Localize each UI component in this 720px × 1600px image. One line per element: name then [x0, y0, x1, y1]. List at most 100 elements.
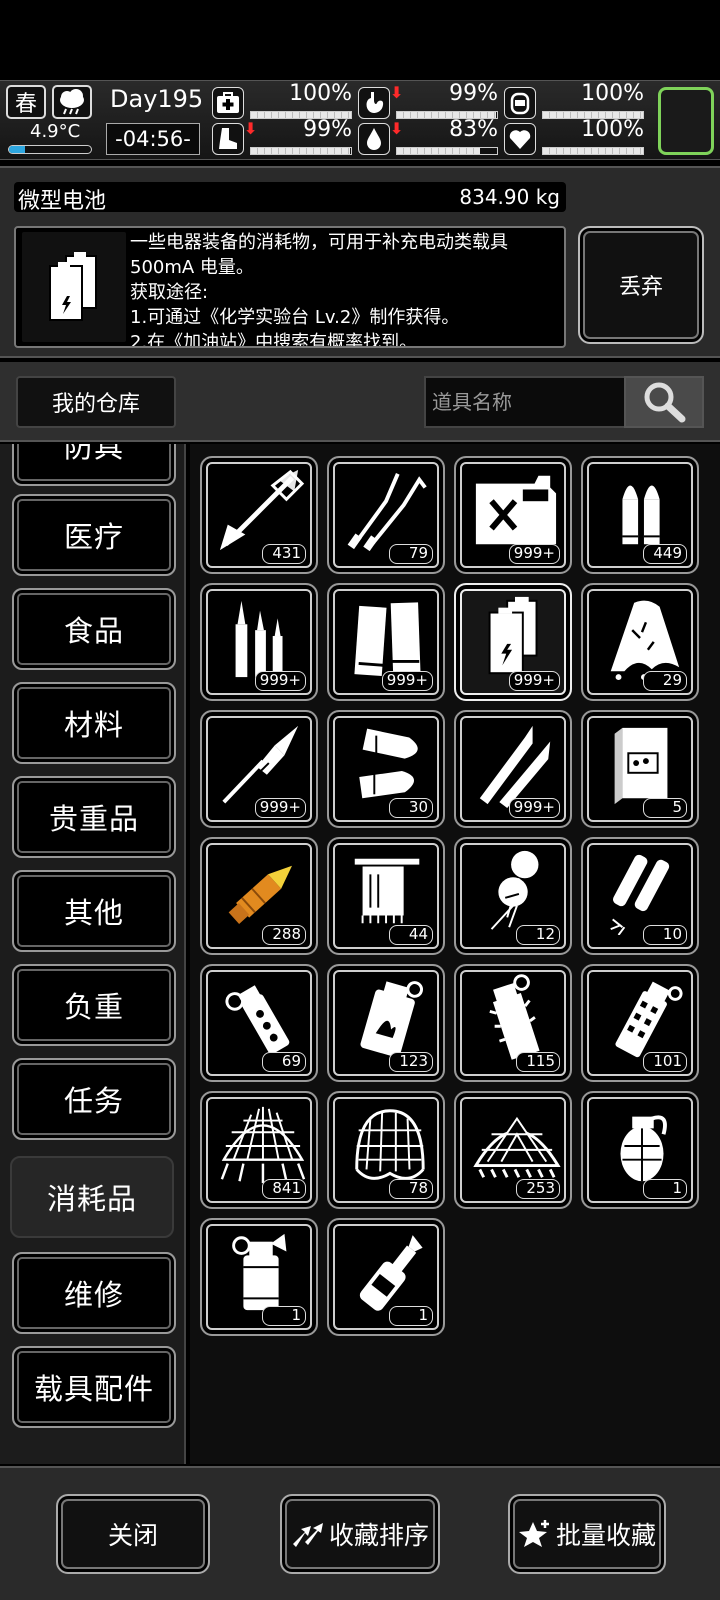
category-repair[interactable]: 维修	[12, 1252, 176, 1334]
inventory-slot[interactable]: 999+	[200, 710, 318, 828]
warehouse-button[interactable]: 我的仓库	[16, 376, 176, 428]
cloud-rain-icon	[52, 85, 92, 119]
inventory-slot[interactable]: 123	[327, 964, 445, 1082]
search-button[interactable]	[624, 376, 704, 428]
fuel-can-icon	[475, 475, 557, 545]
stat-mood: 100%	[504, 81, 644, 121]
stat-heart: 100%	[504, 117, 644, 157]
lockpick-icon	[347, 473, 427, 552]
item-count: 449	[643, 544, 687, 564]
batch-favorite-button[interactable]: 批量收藏	[508, 1494, 666, 1574]
batch-favorite-label: 批量收藏	[555, 1521, 656, 1550]
stat-hunger: ⬇ 99%	[358, 81, 498, 121]
category-other[interactable]: 其他	[12, 870, 176, 952]
decline-arrow-icon: ⬇	[244, 119, 258, 138]
inventory-slot[interactable]: 12	[454, 837, 572, 955]
category-armor[interactable]: 防具	[12, 444, 176, 486]
day-counter: Day195	[110, 85, 204, 113]
category-medical[interactable]: 医疗	[12, 494, 176, 576]
stat-health: 100%	[212, 81, 352, 121]
inventory-slot[interactable]: 44	[327, 837, 445, 955]
temperature-value: 4.9°C	[30, 121, 81, 142]
stat-value: 100%	[581, 117, 644, 142]
item-count: 44	[389, 925, 433, 945]
item-title-bar: 微型电池 834.90 kg	[14, 182, 566, 214]
inventory-slot[interactable]: 841	[200, 1091, 318, 1209]
item-description-box: 一些电器装备的消耗物，可用于补充电动类载具 500mA 电量。 获取途径: 1.…	[14, 226, 566, 348]
item-count: 10	[643, 925, 687, 945]
inventory-slot[interactable]: 69	[200, 964, 318, 1082]
item-count: 288	[262, 925, 306, 945]
category-valuables[interactable]: 贵重品	[12, 776, 176, 858]
pistol-ammo-icon	[622, 485, 660, 545]
inventory-slot[interactable]: 79	[327, 456, 445, 574]
inventory-slot[interactable]: 288	[200, 837, 318, 955]
decline-arrow-icon: ⬇	[390, 83, 404, 102]
firework-icon	[610, 854, 670, 935]
stat-value: 100%	[581, 81, 644, 106]
mood-icon	[504, 87, 536, 119]
inventory-slot[interactable]: 29	[581, 583, 699, 701]
item-count: 1	[262, 1306, 306, 1326]
inventory-slot[interactable]: 999+	[200, 583, 318, 701]
battery-icon	[488, 596, 538, 675]
category-consumables[interactable]: 消耗品	[10, 1156, 174, 1238]
search-input[interactable]	[424, 376, 624, 428]
stat-stamina: ⬇ 99%	[212, 117, 352, 157]
inventory-slot[interactable]: 78	[327, 1091, 445, 1209]
category-load[interactable]: 负重	[12, 964, 176, 1046]
inventory-slot[interactable]: 10	[581, 837, 699, 955]
star-add-icon	[518, 1520, 549, 1547]
battery-icon	[22, 232, 126, 342]
favorite-sort-button[interactable]: 收藏排序	[280, 1494, 440, 1574]
spike-grenade-icon	[489, 974, 540, 1060]
book-icon	[614, 727, 668, 805]
item-count: 253	[516, 1179, 560, 1199]
item-count: 12	[516, 925, 560, 945]
balloon-icon	[490, 850, 539, 930]
item-count: 101	[643, 1052, 687, 1072]
category-food[interactable]: 食品	[12, 588, 176, 670]
inventory-slot[interactable]: 999+	[327, 583, 445, 701]
inventory-slot[interactable]: 115	[454, 964, 572, 1082]
discard-button[interactable]: 丢弃	[578, 226, 704, 344]
stat-value: 100%	[289, 81, 352, 106]
inventory-slot[interactable]: 431	[200, 456, 318, 574]
item-grid: 431 79 999+ 449 999+ 999+ 999+ 29 999+ 30 999+ 5 288…	[190, 444, 720, 1464]
game-clock: -04:56-	[106, 123, 200, 155]
category-vehicle-parts[interactable]: 载具配件	[12, 1346, 176, 1428]
category-sidebar[interactable]: 防具 医疗 食品 材料 贵重品 其他 负重 任务 消耗品 维修 载具配件	[0, 444, 186, 1464]
equipment-slot[interactable]	[658, 87, 714, 155]
item-count: 123	[389, 1052, 433, 1072]
item-count: 69	[262, 1052, 306, 1072]
bullet-icon	[359, 728, 418, 799]
inventory-slot[interactable]: 253	[454, 1091, 572, 1209]
inventory-slot[interactable]: 5	[581, 710, 699, 828]
stomach-icon	[358, 87, 390, 119]
tent-patch-icon	[610, 600, 680, 681]
inventory-slot[interactable]: 999+	[454, 583, 572, 701]
rpg-rocket-icon	[222, 725, 299, 804]
item-count: 115	[516, 1052, 560, 1072]
item-count: 29	[643, 671, 687, 691]
inventory-slot[interactable]: 449	[581, 456, 699, 574]
heart-icon	[504, 123, 536, 155]
close-button[interactable]: 关闭	[56, 1494, 210, 1574]
item-count: 1	[389, 1306, 433, 1326]
search-row: 我的仓库	[0, 362, 720, 442]
canister-grenade-icon	[232, 1233, 287, 1311]
item-count: 79	[389, 544, 433, 564]
inventory-slot[interactable]: 999+	[454, 456, 572, 574]
inventory-slot[interactable]: 1	[327, 1218, 445, 1336]
inventory-slot[interactable]: 30	[327, 710, 445, 828]
inventory-slot[interactable]: 1	[200, 1218, 318, 1336]
inventory-slot[interactable]: 1	[581, 1091, 699, 1209]
inventory-slot[interactable]: 101	[581, 964, 699, 1082]
category-quests[interactable]: 任务	[12, 1058, 176, 1140]
inventory-slot[interactable]: 999+	[454, 710, 572, 828]
item-description: 一些电器装备的消耗物，可用于补充电动类载具 500mA 电量。 获取途径: 1.…	[130, 230, 560, 346]
first-aid-icon	[212, 87, 244, 119]
item-count: 78	[389, 1179, 433, 1199]
category-materials[interactable]: 材料	[12, 682, 176, 764]
status-bar: 春 4.9°C Day195 -04:56- 100% ⬇ 99% 100% ⬇…	[0, 80, 720, 160]
